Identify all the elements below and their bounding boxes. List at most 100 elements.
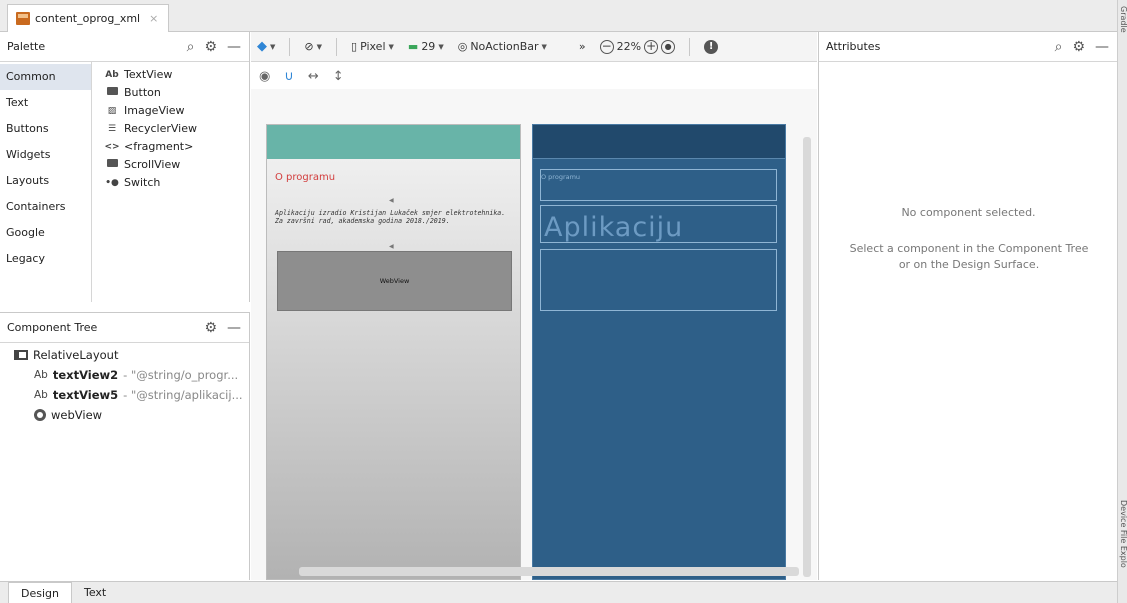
- tab-design[interactable]: Design: [8, 582, 72, 603]
- palette-widget-label: TextView: [124, 68, 173, 81]
- blueprint-preview[interactable]: O programu Aplikaciju: [532, 124, 786, 580]
- rotate-icon: ⊘: [304, 40, 314, 53]
- minimize-icon[interactable]: —: [1095, 39, 1109, 55]
- zoom-fit-icon[interactable]: ●: [661, 39, 676, 54]
- palette-category-buttons[interactable]: Buttons: [0, 116, 91, 142]
- palette-widget-scrollview[interactable]: ScrollView: [92, 156, 249, 174]
- eye-icon[interactable]: ◉: [259, 69, 270, 84]
- component-tree-title: Component Tree: [7, 321, 98, 334]
- toolbar-divider: [689, 37, 691, 56]
- zoom-level: 22%: [616, 40, 642, 53]
- blueprint-webview[interactable]: [540, 249, 777, 311]
- toolbar-divider: [289, 37, 291, 56]
- tree-node-name: webView: [51, 408, 103, 422]
- anchor-icon: ◀: [389, 197, 394, 204]
- minimize-icon[interactable]: —: [227, 320, 241, 336]
- close-icon[interactable]: ×: [149, 12, 158, 25]
- magnet-icon[interactable]: ∪: [284, 69, 294, 84]
- horizontal-resize-icon[interactable]: ↔: [308, 69, 319, 84]
- gradle-tool-tab[interactable]: Gradle: [1118, 6, 1127, 66]
- tree-node-textview2[interactable]: Ab textView2 - "@string/o_progr...: [0, 365, 249, 385]
- palette-title: Palette: [7, 40, 46, 53]
- attributes-header: Attributes ⌕ ⚙ —: [819, 32, 1117, 62]
- toolbar-divider: [336, 37, 337, 56]
- tree-node-webview[interactable]: webView: [0, 405, 249, 425]
- android-icon: ▬: [407, 40, 419, 53]
- palette-header: Palette ⌕ ⚙ —: [0, 32, 249, 62]
- editor-tab-bar: content_oprog_xml ×: [0, 0, 1117, 32]
- gear-icon[interactable]: ⚙: [204, 39, 217, 55]
- vertical-scrollbar[interactable]: [803, 137, 811, 577]
- design-toolbar: ◆ ▼ ⊘ ▼ ▯ Pixel ▼ ▬ 29 ▼ ◎ NoActionBar ▼ » − 22%…: [251, 32, 817, 62]
- theme-icon: ◎: [457, 40, 468, 53]
- palette-category-legacy[interactable]: Legacy: [0, 246, 91, 272]
- tree-node-textview5[interactable]: Ab textView5 - "@string/aplikacij...: [0, 385, 249, 405]
- scroll-icon: [104, 156, 120, 174]
- selection-hint: Select a component in the Component Tree…: [849, 242, 1089, 271]
- palette-widget-button[interactable]: Button: [92, 84, 249, 102]
- device-dropdown[interactable]: ▯ Pixel ▼: [351, 40, 394, 53]
- palette-widget-label: Switch: [124, 176, 161, 189]
- design-mode-dropdown[interactable]: ◆ ▼: [257, 39, 275, 54]
- design-textview2[interactable]: O programu: [275, 172, 335, 183]
- file-tab-label: content_oprog_xml: [35, 12, 141, 25]
- palette-widget-label: Button: [124, 86, 161, 99]
- overflow-icon: »: [578, 40, 586, 53]
- minimize-icon[interactable]: —: [227, 39, 241, 55]
- palette-widget-switch[interactable]: •● Switch: [92, 174, 249, 192]
- vertical-resize-icon[interactable]: ↕: [333, 69, 344, 84]
- text-icon: Ab: [34, 369, 48, 381]
- zoom-in-icon[interactable]: +: [644, 39, 659, 54]
- palette-panel: Palette ⌕ ⚙ — Common Text Buttons Widget…: [0, 32, 250, 302]
- chevron-down-icon: ▼: [388, 42, 394, 51]
- text-icon: Ab: [34, 389, 48, 401]
- palette-category-containers[interactable]: Containers: [0, 194, 91, 220]
- horizontal-scrollbar[interactable]: [299, 567, 799, 576]
- api-level-dropdown[interactable]: ▬ 29 ▼: [408, 40, 444, 53]
- palette-widget-imageview[interactable]: ▨ ImageView: [92, 102, 249, 120]
- blueprint-textview5-label: Aplikaciju: [544, 212, 684, 243]
- design-textview5[interactable]: Aplikaciju izradio Kristijan Lukaček smj…: [275, 209, 517, 225]
- palette-category-google[interactable]: Google: [0, 220, 91, 246]
- chevron-down-icon: ▼: [316, 42, 322, 51]
- palette-category-text[interactable]: Text: [0, 90, 91, 116]
- palette-widget-label: RecyclerView: [124, 122, 197, 135]
- search-icon[interactable]: ⌕: [187, 39, 195, 55]
- tree-node-value: - "@string/aplikacij...: [123, 388, 243, 402]
- blueprint-textview2-label: O programu: [541, 173, 581, 181]
- palette-category-layouts[interactable]: Layouts: [0, 168, 91, 194]
- relative-layout-icon: [14, 350, 28, 360]
- component-tree-header: Component Tree ⚙ —: [0, 313, 249, 343]
- design-surface[interactable]: O programu ◀ Aplikaciju izradio Kristija…: [251, 89, 817, 580]
- warning-icon[interactable]: !: [704, 39, 719, 54]
- blueprint-app-bar: [533, 125, 785, 159]
- device-file-explorer-tool-tab[interactable]: Device File Explo: [1118, 500, 1127, 600]
- tab-text[interactable]: Text: [72, 582, 118, 603]
- orientation-dropdown[interactable]: ⊘ ▼: [304, 40, 322, 53]
- gear-icon[interactable]: ⚙: [204, 320, 217, 336]
- text-icon: Ab: [105, 70, 119, 80]
- blueprint-textview5[interactable]: Aplikaciju: [540, 205, 777, 243]
- tree-node-relativelayout[interactable]: RelativeLayout: [0, 345, 249, 365]
- file-tab[interactable]: content_oprog_xml ×: [7, 4, 170, 32]
- tree-node-name: textView5: [52, 388, 119, 402]
- palette-category-common[interactable]: Common: [0, 64, 91, 90]
- theme-dropdown[interactable]: ◎ NoActionBar ▼: [458, 40, 547, 53]
- design-preview[interactable]: O programu ◀ Aplikaciju izradio Kristija…: [266, 124, 521, 580]
- palette-widget-textview[interactable]: Ab TextView: [92, 66, 249, 84]
- design-app-bar: [267, 125, 520, 159]
- tree-node-value: - "@string/o_progr...: [123, 368, 239, 382]
- palette-category-widgets[interactable]: Widgets: [0, 142, 91, 168]
- palette-widget-fragment[interactable]: <> <fragment>: [92, 138, 249, 156]
- right-tool-strip: Gradle Device File Explo: [1117, 0, 1127, 603]
- api-label: 29: [421, 40, 436, 53]
- design-webview[interactable]: WebView: [277, 251, 512, 311]
- component-tree-panel: Component Tree ⚙ — RelativeLayout Ab tex…: [0, 312, 250, 580]
- gear-icon[interactable]: ⚙: [1072, 39, 1085, 55]
- layers-icon: ◆: [257, 39, 267, 54]
- search-icon[interactable]: ⌕: [1055, 39, 1063, 55]
- tree-node-name: textView2: [52, 368, 119, 382]
- zoom-out-icon[interactable]: −: [599, 39, 614, 54]
- overflow-button[interactable]: »: [579, 40, 586, 53]
- palette-widget-recyclerview[interactable]: ☰ RecyclerView: [92, 120, 249, 138]
